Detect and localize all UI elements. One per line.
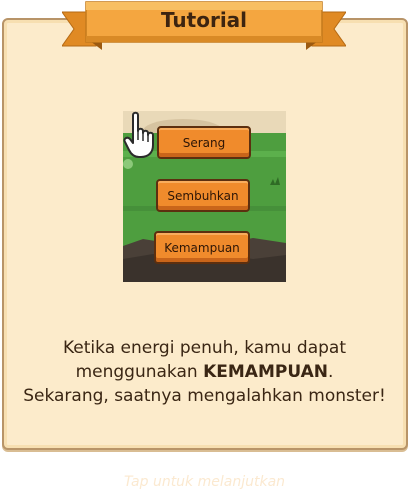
- tutorial-dialog[interactable]: Tutorial Serang Sembuhkan Kemampuan Keti…: [0, 0, 409, 498]
- attack-button: Serang: [157, 126, 251, 159]
- skill-keyword: KEMAMPUAN: [203, 362, 328, 382]
- dialog-title: Tutorial: [160, 8, 248, 32]
- tutorial-message: Ketika energi penuh, kamu dapat mengguna…: [10, 336, 399, 408]
- heal-button: Sembuhkan: [156, 179, 250, 212]
- skill-button: Kemampuan: [154, 231, 250, 264]
- title-ribbon: Tutorial: [62, 0, 346, 50]
- pointing-hand-icon: [123, 111, 154, 158]
- message-line-2-end: .: [327, 362, 334, 382]
- tap-to-continue-hint[interactable]: Tap untuk melanjutkan: [0, 474, 409, 490]
- message-line-1: Ketika energi penuh, kamu dapat: [63, 338, 346, 358]
- message-line-2: menggunakan KEMAMPUAN.: [10, 360, 399, 384]
- message-line-3: Sekarang, saatnya mengalahkan monster!: [23, 386, 386, 406]
- message-line-2-text: menggunakan: [75, 362, 204, 382]
- tutorial-preview-image: Serang Sembuhkan Kemampuan: [123, 111, 286, 282]
